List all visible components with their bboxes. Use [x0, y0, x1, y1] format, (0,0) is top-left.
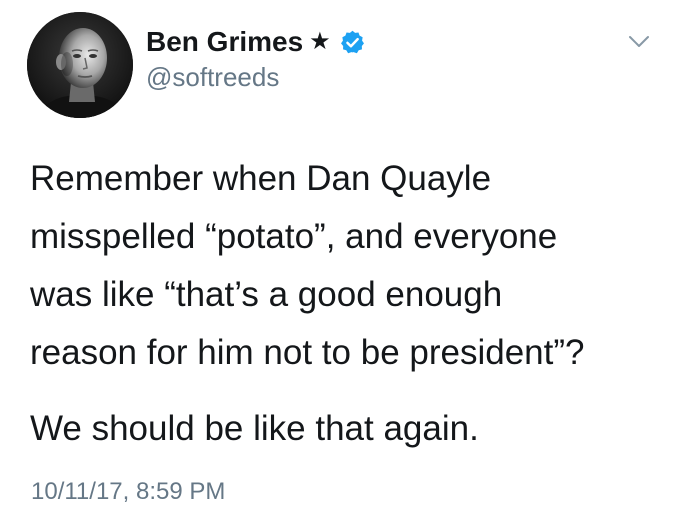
- author-name-row[interactable]: Ben Grimes ★: [146, 26, 366, 58]
- tweet-text-line: was like “that’s a good enough: [30, 275, 503, 314]
- display-name[interactable]: Ben Grimes: [146, 26, 303, 58]
- tweet-card: Ben Grimes ★ @softreeds Remember when Da…: [0, 0, 680, 519]
- verified-badge-icon: [340, 30, 364, 53]
- tweet-text-paragraph: We should be like that again.: [30, 409, 479, 448]
- tweet-text-line: Remember when Dan Quayle: [30, 159, 492, 198]
- tweet-text-line: misspelled “potato”, and everyone: [30, 217, 558, 256]
- tweet-text-line: reason for him not to be president”?: [30, 333, 585, 372]
- avatar[interactable]: [27, 12, 133, 118]
- star-glyph: ★: [309, 28, 331, 55]
- tweet-timestamp[interactable]: 10/11/17, 8:59 PM: [31, 478, 225, 506]
- user-handle[interactable]: @softreeds: [146, 62, 279, 93]
- tweet-text: Remember when Dan Quayle misspelled “pot…: [30, 150, 670, 382]
- avatar-photo: [27, 12, 133, 118]
- chevron-down-icon[interactable]: [627, 34, 651, 50]
